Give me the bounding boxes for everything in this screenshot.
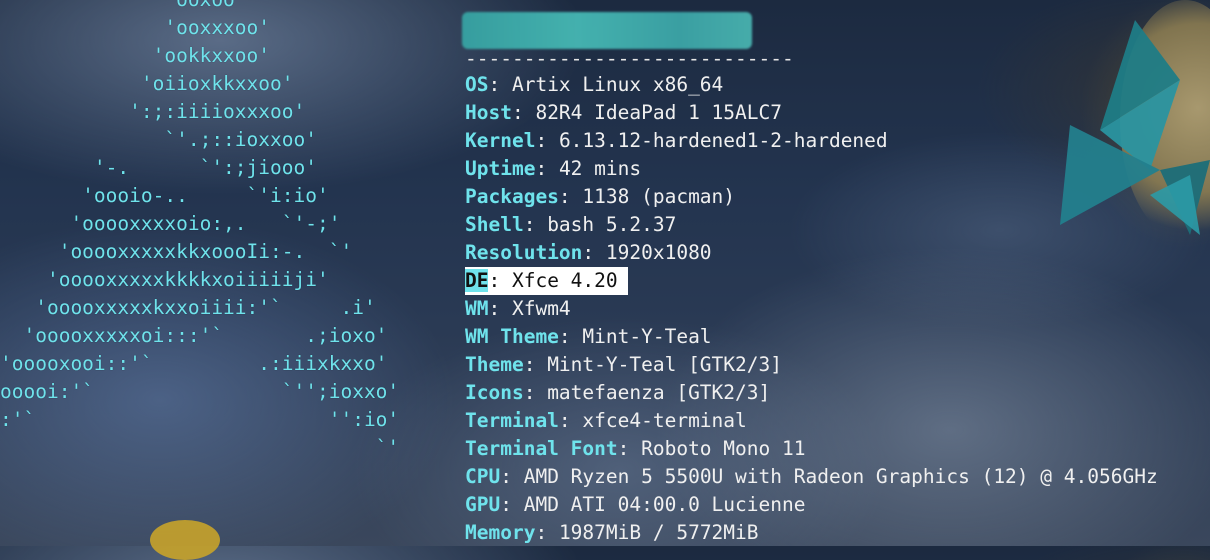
info-row-wm-theme: WM Theme: Mint-Y-Teal bbox=[465, 323, 712, 351]
ascii-logo-line: 'ookkxxoo' bbox=[0, 44, 271, 67]
info-row-os: OS: Artix Linux x86_64 bbox=[465, 71, 723, 99]
ascii-logo-line: 'ooooxxxxxkkxoooIi:-. `' bbox=[0, 240, 353, 263]
ascii-logo-line: ':;:iiiioxxxoo' bbox=[0, 100, 306, 123]
info-row-kernel: Kernel: 6.13.12-hardened1-2-hardened bbox=[465, 127, 888, 155]
info-row-resolution: Resolution: 1920x1080 bbox=[465, 239, 712, 267]
info-row-cpu: CPU: AMD Ryzen 5 5500U with Radeon Graph… bbox=[465, 463, 1158, 491]
info-value-resolution: 1920x1080 bbox=[605, 241, 712, 264]
info-key-os: OS bbox=[465, 73, 489, 96]
ascii-logo-line: '-. `':;jiooo' bbox=[0, 156, 317, 179]
info-key-terminal: Terminal bbox=[465, 409, 559, 432]
teal-triangle-decoration bbox=[1060, 20, 1210, 235]
info-colon: : bbox=[582, 241, 606, 264]
info-row-memory: Memory: 1987MiB / 5772MiB bbox=[465, 519, 759, 547]
info-value-uptime: 42 mins bbox=[558, 157, 642, 180]
info-colon: : bbox=[500, 465, 524, 488]
info-colon: : bbox=[523, 381, 548, 404]
info-colon: : bbox=[488, 269, 512, 292]
ascii-logo-line: `' bbox=[0, 436, 400, 459]
info-colon: : bbox=[523, 213, 548, 236]
info-key-icons: Icons bbox=[465, 381, 524, 404]
ascii-logo-line: 'ooooxxxxxkkkkxoiiiiiji' bbox=[0, 268, 329, 291]
info-key-de: DE bbox=[465, 269, 489, 292]
ascii-logo-line: 'ooooxxxxoio:,. `'-;' bbox=[0, 212, 341, 235]
info-row-shell: Shell: bash 5.2.37 bbox=[465, 211, 676, 239]
title-separator: ---------------------------- bbox=[465, 47, 794, 70]
info-value-theme: Mint-Y-Teal [GTK2/3] bbox=[547, 353, 782, 376]
info-colon: : bbox=[523, 353, 548, 376]
info-key-gpu: GPU bbox=[465, 493, 501, 516]
info-key-kernel: Kernel bbox=[465, 129, 536, 152]
info-key-resolution: Resolution bbox=[465, 241, 583, 264]
ascii-logo-line: 'oiioxkkxxoo' bbox=[0, 72, 294, 95]
info-colon: : bbox=[535, 157, 559, 180]
info-value-host: 82R4 IdeaPad 1 15ALC7 bbox=[535, 101, 782, 124]
info-colon: : bbox=[488, 73, 512, 96]
info-value-icons: matefaenza [GTK2/3] bbox=[547, 381, 771, 404]
info-value-shell: bash 5.2.37 bbox=[547, 213, 677, 236]
info-key-wm: WM bbox=[465, 297, 489, 320]
ascii-logo-line: 'oooio-.. `'i:io' bbox=[0, 184, 329, 207]
info-key-cpu: CPU bbox=[465, 465, 501, 488]
info-value-cpu: AMD Ryzen 5 5500U with Radeon Graphics (… bbox=[523, 465, 1158, 488]
info-key-uptime: Uptime bbox=[465, 157, 536, 180]
ascii-logo: ooxoo 'ooxxxoo' 'ookkxxoo' 'oiioxkkxxoo'… bbox=[0, 0, 399, 462]
info-key-wm-theme: WM Theme bbox=[465, 325, 559, 348]
info-row-packages: Packages: 1138 (pacman) bbox=[465, 183, 735, 211]
ascii-logo-line: ooooi:'` `'';ioxxo' bbox=[0, 380, 400, 403]
info-key-terminal-font: Terminal Font bbox=[465, 437, 618, 460]
info-value-kernel: 6.13.12-hardened1-2-hardened bbox=[558, 129, 888, 152]
info-row-terminal-font: Terminal Font: Roboto Mono 11 bbox=[465, 435, 805, 463]
info-row-host: Host: 82R4 IdeaPad 1 15ALC7 bbox=[465, 99, 782, 127]
info-key-memory: Memory bbox=[465, 521, 536, 544]
ascii-logo-line: 'ooooxxxxxoi:::'` .;ioxo' bbox=[0, 324, 388, 347]
info-colon: : bbox=[558, 325, 583, 348]
info-value-terminal: xfce4-terminal bbox=[582, 409, 747, 432]
info-colon: : bbox=[535, 129, 559, 152]
ascii-logo-line: 'ooooxooi::'` .:iiixkxxo' bbox=[0, 352, 388, 375]
terminal-window[interactable]: ooxoo 'ooxxxoo' 'ookkxxoo' 'oiioxkkxxoo'… bbox=[0, 0, 1210, 560]
info-row-gpu: GPU: AMD ATI 04:00.0 Lucienne bbox=[465, 491, 805, 519]
info-row-theme: Theme: Mint-Y-Teal [GTK2/3] bbox=[465, 351, 782, 379]
info-row-uptime: Uptime: 42 mins bbox=[465, 155, 641, 183]
yellow-decoration bbox=[150, 520, 220, 560]
info-colon: : bbox=[500, 493, 524, 516]
info-colon: : bbox=[558, 409, 583, 432]
info-colon: : bbox=[617, 437, 642, 460]
user-host-title-redacted bbox=[462, 12, 752, 49]
info-value-gpu: AMD ATI 04:00.0 Lucienne bbox=[523, 493, 806, 516]
info-value-packages: 1138 (pacman) bbox=[582, 185, 736, 208]
info-value-terminal-font: Roboto Mono 11 bbox=[641, 437, 806, 460]
info-value-wm: Xfwm4 bbox=[511, 297, 571, 320]
info-colon: : bbox=[558, 185, 583, 208]
ascii-logo-line: 'ooxxxoo' bbox=[0, 16, 271, 39]
info-colon: : bbox=[535, 521, 559, 544]
info-key-theme: Theme bbox=[465, 353, 524, 376]
info-value-de: Xfce 4.20 bbox=[511, 269, 618, 292]
info-colon: : bbox=[511, 101, 536, 124]
info-row-wm: WM: Xfwm4 bbox=[465, 295, 571, 323]
info-row-terminal: Terminal: xfce4-terminal bbox=[465, 407, 747, 435]
info-colon: : bbox=[488, 297, 512, 320]
info-key-packages: Packages bbox=[465, 185, 559, 208]
info-key-shell: Shell bbox=[465, 213, 524, 236]
info-value-wm-theme: Mint-Y-Teal bbox=[582, 325, 712, 348]
info-value-memory: 1987MiB / 5772MiB bbox=[558, 521, 759, 544]
info-row-de: DE: Xfce 4.20 bbox=[465, 267, 628, 295]
info-key-host: Host bbox=[465, 101, 512, 124]
ascii-logo-line: 'ooooxxxxxkxxoiiii:'` .i' bbox=[0, 296, 376, 319]
ascii-logo-line: ooxoo bbox=[0, 0, 399, 14]
info-value-os: Artix Linux x86_64 bbox=[511, 73, 724, 96]
info-row-icons: Icons: matefaenza [GTK2/3] bbox=[465, 379, 770, 407]
ascii-logo-line: :'` '':io' bbox=[0, 408, 400, 431]
ascii-logo-line: `'.;::ioxxoo' bbox=[0, 128, 317, 151]
